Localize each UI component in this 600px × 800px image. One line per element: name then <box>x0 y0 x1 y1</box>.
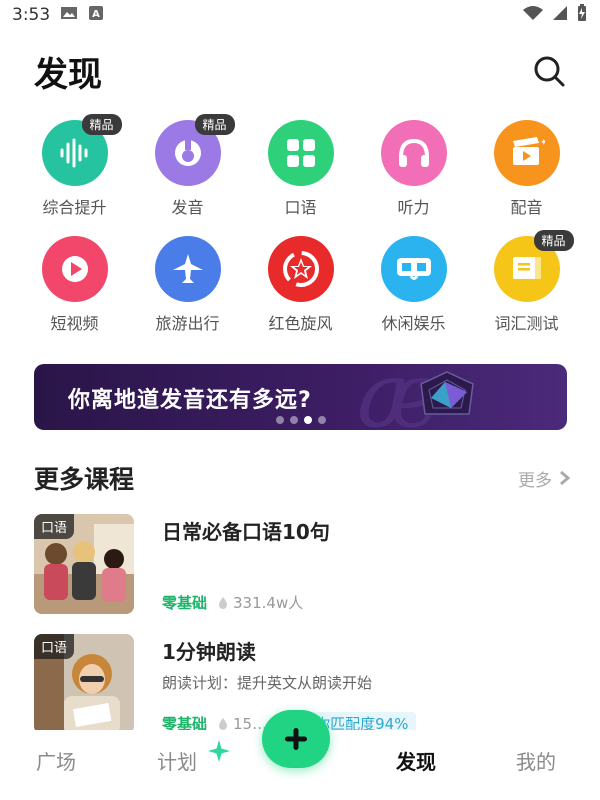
app-notification-icon: A <box>88 5 104 25</box>
category-label: 配音 <box>510 198 543 217</box>
category-label: 词汇测试 <box>494 314 559 333</box>
headphones-icon <box>380 120 447 186</box>
category-label: 听力 <box>397 198 430 217</box>
premium-badge: 精品 <box>533 230 574 251</box>
tab-jihua[interactable]: 计划 <box>157 746 197 775</box>
plus-icon <box>285 728 307 750</box>
course-thumbnail: 口语 <box>34 634 134 734</box>
category-label: 红色旋风 <box>268 314 333 333</box>
category-xiuxian[interactable]: 休闲娱乐 <box>357 232 470 348</box>
carousel-dot[interactable] <box>317 416 326 424</box>
learner-count: 331.4w人 <box>217 592 303 613</box>
carousel-dot[interactable] <box>275 416 284 424</box>
category-zonghe[interactable]: 精品 综合提升 <box>18 114 131 232</box>
category-label: 发音 <box>171 198 204 217</box>
grid-icon <box>267 120 334 186</box>
status-time: 3:53 <box>12 5 51 25</box>
page-title: 发现 <box>34 54 102 95</box>
wifi-icon <box>522 5 544 25</box>
course-tag: 口语 <box>34 514 75 539</box>
category-peiyin[interactable]: ✦ 配音 <box>470 116 583 232</box>
tab-faxian[interactable]: 发现 <box>396 746 436 775</box>
category-label: 短视频 <box>50 314 99 333</box>
course-meta: 零基础 331.4w人 <box>162 592 303 613</box>
red-star-icon <box>267 236 334 302</box>
bottom-navigation: 广场 计划 发现 我的 <box>0 710 600 800</box>
image-notification-icon <box>60 5 78 25</box>
add-button[interactable] <box>262 710 330 768</box>
learner-count-text: 331.4w人 <box>233 594 304 612</box>
chevron-right-icon <box>560 470 570 486</box>
premium-badge: 精品 <box>194 114 235 135</box>
course-title: 1分钟朗读 <box>162 640 256 664</box>
more-courses-header: 更多课程 更多 <box>34 458 570 498</box>
svg-text:A: A <box>92 9 100 20</box>
category-label: 旅游出行 <box>155 314 220 333</box>
clapperboard-icon: ✦ <box>493 120 560 186</box>
category-cihui[interactable]: 精品 词汇测试 <box>470 230 583 348</box>
status-bar: 3:53 A <box>0 0 600 30</box>
play-bubble-icon <box>41 236 108 302</box>
course-level: 零基础 <box>162 594 208 612</box>
course-title: 日常必备口语10句 <box>162 520 330 544</box>
flame-icon <box>219 596 228 609</box>
carousel-dot-active[interactable] <box>303 416 312 424</box>
category-tingli[interactable]: 听力 <box>357 116 470 232</box>
search-icon <box>534 56 565 87</box>
course-thumbnail: 口语 <box>34 514 134 614</box>
battery-icon <box>576 4 588 26</box>
signal-icon <box>552 5 568 25</box>
svg-text:✦: ✦ <box>540 138 545 148</box>
more-link[interactable]: 更多 <box>518 466 570 491</box>
premium-badge: 精品 <box>81 114 122 135</box>
vr-glasses-icon <box>380 236 447 302</box>
category-label: 休闲娱乐 <box>381 314 446 333</box>
flame-icon <box>219 717 228 730</box>
promo-banner[interactable]: æ 你离地道发音还有多远? <box>34 364 567 430</box>
more-label: 更多 <box>518 470 552 491</box>
tab-wode[interactable]: 我的 <box>516 746 556 775</box>
category-label: 综合提升 <box>42 198 107 217</box>
category-label: 口语 <box>284 198 317 217</box>
course-tag: 口语 <box>34 634 75 659</box>
section-title: 更多课程 <box>34 465 135 494</box>
sparkle-icon <box>208 740 230 762</box>
category-kouyu[interactable]: 口语 <box>244 116 357 232</box>
category-fayin[interactable]: 精品 发音 <box>131 114 244 232</box>
category-grid: 精品 综合提升 精品 发音 口语 听力 ✦ 配音 短视频 旅游出行 红色旋风 休… <box>18 114 584 348</box>
banner-title: 你离地道发音还有多远? <box>68 388 312 413</box>
category-duanshipin[interactable]: 短视频 <box>18 232 131 348</box>
category-hongse[interactable]: 红色旋风 <box>244 232 357 348</box>
category-lvyou[interactable]: 旅游出行 <box>131 232 244 348</box>
header: 发现 <box>34 46 568 96</box>
course-description: 朗读计划：提升英文从朗读开始 <box>162 674 373 692</box>
airplane-icon <box>154 236 221 302</box>
tab-guangchang[interactable]: 广场 <box>36 746 76 775</box>
search-button[interactable] <box>530 52 568 90</box>
course-card[interactable]: 口语 日常必备口语10句 零基础 331.4w人 <box>34 514 574 614</box>
carousel-dots <box>34 416 567 424</box>
carousel-dot[interactable] <box>289 416 298 424</box>
